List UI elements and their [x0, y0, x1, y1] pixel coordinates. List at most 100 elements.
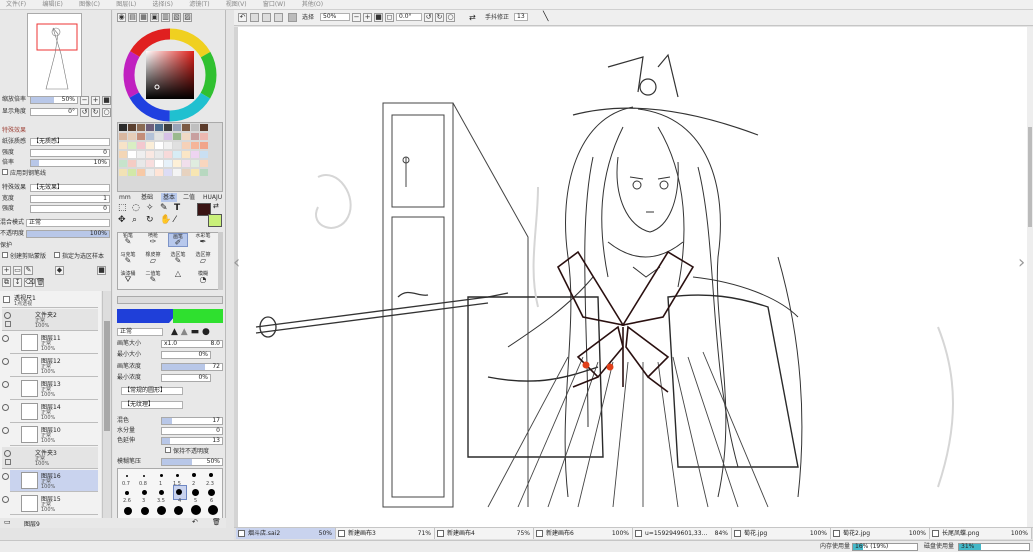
- color-tab-huaju[interactable]: HUAJU: [203, 193, 222, 202]
- layer-item[interactable]: 图层13 正常 100%: [2, 378, 98, 400]
- layer-scrollbar-thumb[interactable]: [104, 321, 110, 431]
- scratchpad-tab[interactable]: ▨: [183, 13, 192, 22]
- tab[interactable]: 新建画布4 75%: [435, 528, 534, 539]
- layer-dup-button[interactable]: ⧉: [2, 278, 11, 287]
- navigator-preview[interactable]: [27, 13, 82, 97]
- tab[interactable]: 长尾凤蝶.png 100%: [930, 528, 1032, 539]
- tool-unnamed[interactable]: △: [168, 270, 188, 285]
- new-folder-button[interactable]: ▭: [13, 266, 22, 275]
- size-dot[interactable]: [124, 507, 132, 515]
- select-source-row[interactable]: 指定为选区样本: [54, 252, 104, 261]
- delete-layer-icon[interactable]: 🗑: [35, 278, 45, 287]
- tool-select-eraser[interactable]: 选区擦 ▱: [193, 252, 213, 266]
- tab[interactable]: 萄花2.jpg 100%: [831, 528, 930, 539]
- brush-texture-select[interactable]: 【无纹理】: [121, 401, 183, 409]
- layer-item[interactable]: 图层12 正常 100%: [2, 355, 98, 377]
- eye-icon[interactable]: [2, 404, 9, 411]
- select-source-checkbox[interactable]: [54, 252, 60, 258]
- flat-edge-icon[interactable]: ▬: [191, 327, 200, 337]
- canvas-scrollbar[interactable]: [1027, 27, 1033, 527]
- eye-icon[interactable]: [2, 335, 9, 342]
- brush-tools-scrollbar[interactable]: [218, 232, 223, 290]
- zoom-icon[interactable]: ⌕: [132, 215, 137, 225]
- effect-select[interactable]: 【无效果】: [30, 184, 110, 192]
- new-layer-button[interactable]: +: [2, 266, 11, 275]
- keep-opacity-row[interactable]: 保持不透明度: [165, 447, 209, 456]
- layer-item-folder[interactable]: 文件夹2 正常 100%: [2, 309, 98, 331]
- stabilizer-select[interactable]: 13: [514, 13, 528, 21]
- opacity-slider[interactable]: 100%: [26, 230, 110, 238]
- zoom-select[interactable]: 50%: [320, 13, 350, 21]
- tool-blur[interactable]: 模糊 ◔: [193, 271, 213, 285]
- trash-icon[interactable]: 🗑: [212, 518, 221, 526]
- next-arrow-icon[interactable]: ›: [1018, 252, 1025, 273]
- move-icon[interactable]: ✥: [118, 215, 126, 225]
- magic-wand-icon[interactable]: ✧: [146, 203, 154, 213]
- rgb-tab[interactable]: ▤: [128, 13, 137, 22]
- undo-icon[interactable]: ↶: [192, 518, 198, 526]
- rect-select-icon[interactable]: ⬚: [118, 203, 127, 213]
- size-dot[interactable]: [159, 490, 164, 495]
- menu-layer[interactable]: 图层(L): [116, 0, 136, 10]
- water-slider[interactable]: 0: [161, 427, 223, 435]
- blend-slider[interactable]: 17: [161, 417, 223, 425]
- show-selection-button[interactable]: [288, 13, 297, 22]
- tool-watercolor[interactable]: 水彩笔 ✒: [193, 233, 213, 247]
- brush-mode-select[interactable]: 正常: [117, 328, 163, 336]
- intensity-slider[interactable]: 0: [30, 205, 110, 213]
- prev-arrow-icon[interactable]: ‹: [234, 252, 240, 273]
- layer-scrollbar[interactable]: [102, 291, 111, 528]
- layer-item-ruler[interactable]: 透视尺1 1点透视: [2, 292, 98, 308]
- size-dot[interactable]: [160, 474, 163, 477]
- zoom-out-button[interactable]: −: [80, 96, 89, 105]
- size-dot[interactable]: [192, 473, 196, 477]
- toolbar-rotate-left[interactable]: ↺: [424, 13, 433, 22]
- folder-collapse-icon[interactable]: [5, 321, 11, 327]
- eye-icon[interactable]: [4, 450, 11, 457]
- menu-edit[interactable]: 编辑(E): [42, 0, 62, 10]
- apply-pen-checkbox-row[interactable]: 应用到钢笔线: [2, 169, 46, 178]
- layer-item-folder[interactable]: 文件夹3 正常 100%: [2, 447, 98, 469]
- color-tab-basic[interactable]: 基础: [141, 193, 153, 202]
- angle-select[interactable]: 0.0°: [396, 13, 422, 21]
- angle-slider[interactable]: 0°: [30, 108, 78, 116]
- size-dot[interactable]: [143, 475, 145, 477]
- color-wheel[interactable]: [122, 27, 218, 123]
- invert-select-button[interactable]: [274, 13, 283, 22]
- lasso-icon[interactable]: ◌: [132, 203, 140, 213]
- toolbar-rotate-right[interactable]: ↻: [435, 13, 444, 22]
- layer-item[interactable]: 图层14 正常 100%: [2, 401, 98, 423]
- new-fill-button[interactable]: ◆: [55, 266, 64, 275]
- rotate-reset-button[interactable]: ○: [102, 108, 111, 117]
- strength-slider[interactable]: 0: [30, 149, 110, 157]
- min-size-slider[interactable]: 0%: [161, 351, 211, 359]
- width-slider[interactable]: 1: [30, 195, 110, 203]
- brush-size-slider[interactable]: x1.0 8.0: [161, 340, 223, 348]
- mixer-tab[interactable]: ▥: [161, 13, 170, 22]
- canvas-scrollbar-thumb[interactable]: [1028, 127, 1032, 227]
- layer-item[interactable]: 图层10 正常 100%: [2, 424, 98, 446]
- size-dot[interactable]: [192, 489, 199, 496]
- tab[interactable]: 新建画布3 71%: [336, 528, 435, 539]
- clip-mask-row[interactable]: 创建剪贴蒙版: [2, 252, 46, 261]
- eyedropper-icon[interactable]: ✎: [160, 203, 168, 213]
- flip-horizontal-icon[interactable]: ⇄: [469, 13, 476, 22]
- zoom-in-button[interactable]: +: [91, 96, 100, 105]
- color-tab-mm[interactable]: mm: [119, 193, 131, 202]
- brush-shape-select[interactable]: 【常规的圆形】: [121, 387, 183, 395]
- tool-bucket[interactable]: 油漆桶 ⛛: [118, 271, 138, 285]
- apply-pen-checkbox[interactable]: [2, 169, 8, 175]
- menu-view[interactable]: 视图(V): [226, 0, 247, 10]
- tab[interactable]: 萄花.jpg 100%: [732, 528, 831, 539]
- color-wheel-tab[interactable]: ◉: [117, 13, 126, 22]
- menu-filter[interactable]: 滤镜(T): [189, 0, 209, 10]
- menu-file[interactable]: 文件(F): [6, 0, 26, 10]
- eye-icon[interactable]: [2, 496, 9, 503]
- blend-mode-select[interactable]: 正常: [26, 219, 110, 227]
- sub-color[interactable]: [208, 214, 222, 227]
- size-dot[interactable]: [142, 490, 147, 495]
- tool-select-pen[interactable]: 选区笔 ✎: [168, 252, 188, 266]
- tool-eraser[interactable]: 橡皮擦 ▱: [143, 252, 163, 266]
- deselect-button[interactable]: [262, 13, 271, 22]
- color-tab-standard[interactable]: 基本: [161, 193, 178, 202]
